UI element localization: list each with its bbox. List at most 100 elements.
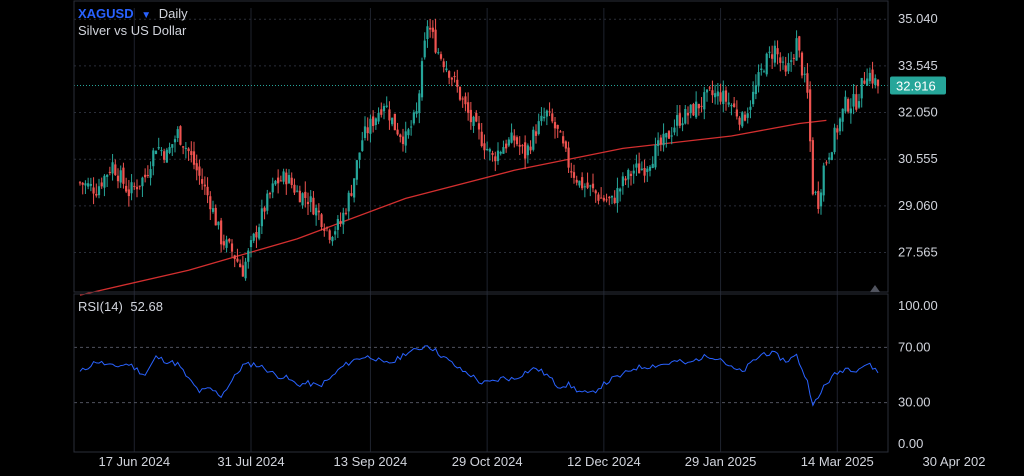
time-tick-label: 13 Sep 2024 (334, 454, 408, 469)
candle-body (214, 207, 217, 226)
time-tick-label: 12 Dec 2024 (567, 454, 641, 469)
candle-body (724, 90, 728, 102)
candle-body (811, 140, 814, 195)
candle-body (152, 150, 155, 167)
candle-body (570, 171, 573, 173)
candle-body (97, 186, 101, 196)
price-tick-label: 32.050 (898, 105, 938, 120)
candle-body (828, 157, 831, 160)
candle-body (149, 169, 152, 178)
candle-body (225, 239, 228, 248)
candle-body (638, 163, 641, 174)
candle-body (282, 171, 285, 182)
candle-body (483, 143, 486, 151)
candle-body (667, 131, 671, 139)
candle-body (534, 131, 538, 136)
candle-body (572, 172, 576, 178)
candle-body (502, 147, 505, 154)
candle-body (486, 148, 489, 151)
candle-body (201, 179, 204, 184)
candle-body (450, 77, 453, 80)
candle-body (458, 86, 462, 100)
candle-body (760, 68, 763, 71)
candle-body (393, 113, 396, 131)
candle-body (467, 102, 470, 113)
candle-body (472, 116, 475, 126)
candle-body (122, 167, 125, 184)
candle-body (315, 207, 318, 216)
candle-body (768, 51, 771, 53)
candle-body (464, 96, 467, 105)
candle-body (331, 237, 334, 242)
candle-body (203, 184, 206, 187)
candle-body (703, 92, 706, 110)
candle-body (697, 103, 700, 109)
candle-body (719, 92, 722, 102)
candle-body (339, 220, 342, 224)
candle-body (779, 57, 782, 63)
chart-window[interactable]: 35.040 33.545 32.050 30.555 29.060 27.565 17 J… (0, 0, 1024, 471)
candle-body (355, 160, 358, 180)
rsi-pane-border (73, 293, 889, 453)
candle-body (342, 212, 345, 225)
candle-body (239, 263, 242, 268)
candle-body (274, 180, 277, 185)
candle-body (130, 182, 133, 194)
time-tick-label: 29 Oct 2024 (452, 454, 523, 469)
candle-body (825, 162, 828, 164)
candle-body (868, 72, 871, 82)
candle-body (160, 150, 163, 152)
candle-body (553, 122, 557, 129)
symbol-button[interactable]: XAGUSD (78, 6, 134, 21)
price-tick-label: 29.060 (898, 198, 938, 213)
caret-down-icon[interactable]: ▼ (141, 10, 151, 21)
candle-body (439, 54, 443, 59)
scroll-to-latest-icon[interactable] (870, 285, 880, 292)
candle-body (228, 238, 231, 242)
chart-canvas[interactable]: 35.040 33.545 32.050 30.555 29.060 27.565 17 J… (0, 0, 1024, 471)
axis-layer: 35.040 33.545 32.050 30.555 29.060 27.565 17 J… (73, 0, 986, 469)
candle-body (133, 185, 136, 187)
candle-body (863, 80, 866, 84)
candle-body (488, 149, 491, 152)
candle-body (220, 220, 223, 245)
candle-body (445, 68, 448, 71)
candle-body (87, 183, 90, 187)
time-tick-label: 30 Apr 202 (923, 454, 986, 469)
header-symbol-row: XAGUSD ▼ Daily (78, 6, 188, 21)
candle-body (790, 60, 793, 62)
candle-body (222, 241, 225, 246)
candle-body (589, 185, 592, 187)
candle-body (347, 192, 350, 212)
candle-body (602, 197, 605, 201)
candle-body (860, 77, 863, 99)
candle-body (404, 131, 407, 146)
candle-body (594, 190, 597, 194)
candle-body (287, 175, 291, 184)
candle-body (114, 164, 117, 175)
candle-body (643, 168, 646, 176)
candle-body (521, 145, 524, 147)
candle-body (369, 118, 372, 134)
candle-body (285, 172, 288, 185)
candle-body (363, 126, 367, 138)
candle-body (344, 212, 348, 214)
candle-body (418, 93, 421, 114)
candle-body (629, 173, 633, 177)
candle-body (830, 152, 833, 160)
candle-body (537, 121, 540, 135)
candle-body (217, 221, 220, 226)
candle-body (657, 140, 660, 146)
candle-body (108, 171, 111, 173)
candle-body (448, 71, 451, 78)
candle-body (106, 174, 109, 177)
candle-body (874, 78, 877, 86)
rsi-value: 52.68 (130, 299, 163, 314)
interval-label[interactable]: Daily (159, 6, 188, 21)
price-grid (74, 8, 888, 452)
candle-body (586, 182, 589, 188)
candle-body (738, 117, 741, 125)
candle-body (412, 112, 415, 124)
candle-body (260, 208, 263, 227)
candle-body (176, 129, 179, 139)
